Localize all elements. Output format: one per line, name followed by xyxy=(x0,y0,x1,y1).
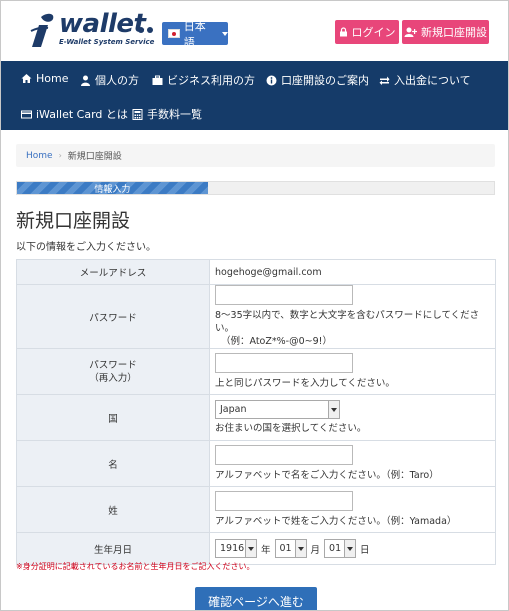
last-name-hint: アルファベットで姓をご入力ください。（例：Yamada） xyxy=(215,516,457,527)
header: wallet E-Wallet System Service 日本語 ログイン xyxy=(1,1,508,61)
password-confirm-input[interactable] xyxy=(215,353,353,373)
year-unit: 年 xyxy=(261,544,271,556)
exchange-icon xyxy=(379,76,390,85)
japan-flag-icon xyxy=(168,29,180,38)
first-name-label: 名 xyxy=(16,440,210,487)
form-row-email: メールアドレス hogehoge@gmail.com xyxy=(16,259,496,285)
country-select-value: Japan xyxy=(220,404,247,415)
form-row-password-confirm: パスワード （再入力） 上と同じパスワードを入力してください。 xyxy=(16,348,496,395)
month-unit: 月 xyxy=(310,544,321,556)
registration-form: メールアドレス hogehoge@gmail.com パスワード 8～35字以内… xyxy=(16,259,496,565)
user-icon xyxy=(81,75,90,86)
logo-dots-icon xyxy=(138,27,153,33)
country-label: 国 xyxy=(16,394,210,441)
password-hint: 8～35字以内で、数字と大文字を含むパスワードにしてください。 xyxy=(215,310,480,334)
select-arrow-icon xyxy=(294,540,306,557)
select-arrow-icon xyxy=(344,540,356,557)
country-hint: お住まいの国を選択してください。 xyxy=(215,423,367,434)
briefcase-icon xyxy=(152,75,163,85)
birth-month-value: 01 xyxy=(279,543,292,554)
last-name-input[interactable] xyxy=(215,491,353,511)
password-confirm-hint: 上と同じパスワードを入力してください。 xyxy=(215,378,395,389)
nav-item-label: 入出金について xyxy=(394,74,471,87)
breadcrumb-home-link[interactable]: Home xyxy=(26,151,53,161)
nav-item-individual[interactable]: 個人の方 xyxy=(80,72,139,88)
login-button[interactable]: ログイン xyxy=(335,20,399,44)
form-row-last-name: 姓 アルファベットで姓をご入力ください。（例：Yamada） xyxy=(16,486,496,533)
progress-label: 情報入力 xyxy=(94,184,131,195)
logo[interactable]: wallet E-Wallet System Service xyxy=(29,9,159,49)
identity-note: ※身分証明に記載されているお名前と生年月日をご記入ください。 xyxy=(16,562,255,571)
page-title: 新規口座開設 xyxy=(16,210,131,232)
password-confirm-sublabel: （再入力） xyxy=(89,372,137,384)
breadcrumb: Home › 新規口座開設 xyxy=(16,144,495,167)
step-progress-bar: 情報入力 xyxy=(16,181,495,195)
breadcrumb-current: 新規口座開設 xyxy=(67,152,122,162)
credit-card-icon xyxy=(21,110,32,118)
proceed-to-confirm-button[interactable]: 確認ページへ進む xyxy=(195,587,317,610)
email-label: メールアドレス xyxy=(16,259,210,285)
birth-month-select[interactable]: 01 xyxy=(274,539,307,558)
nav-item-label: ビジネス利用の方 xyxy=(167,74,255,87)
select-arrow-icon xyxy=(245,540,256,557)
language-label: 日本語 xyxy=(183,19,206,49)
day-unit: 日 xyxy=(360,544,370,556)
nav-item-home[interactable]: Home xyxy=(21,72,68,85)
logo-tagline: E-Wallet System Service xyxy=(59,38,155,46)
birth-year-value: 1916 xyxy=(220,543,245,554)
birth-day-select[interactable]: 01 xyxy=(324,539,357,558)
nav-item-account-guide[interactable]: 口座開設のご案内 xyxy=(266,72,369,88)
password-confirm-label: パスワード xyxy=(89,359,137,371)
page-frame: wallet E-Wallet System Service 日本語 ログイン xyxy=(0,0,509,611)
nav-item-business[interactable]: ビジネス利用の方 xyxy=(152,72,255,88)
birth-year-select[interactable]: 1916 xyxy=(215,539,257,558)
nav-item-card[interactable]: iWallet Card とは xyxy=(21,106,128,122)
password-label: パスワード xyxy=(16,284,210,349)
form-row-password: パスワード 8～35字以内で、数字と大文字を含むパスワードにしてください。 （例… xyxy=(16,284,496,349)
nav-item-deposit-withdrawal[interactable]: 入出金について xyxy=(379,72,471,88)
home-icon xyxy=(21,74,32,83)
form-row-first-name: 名 アルファベットで名をご入力ください。（例：Taro） xyxy=(16,440,496,487)
main-nav: Home 個人の方 ビジネス利用の方 口座開設のご案内 入出金について iWal… xyxy=(1,61,508,130)
signup-label: 新規口座開設 xyxy=(421,26,487,39)
last-name-label: 姓 xyxy=(16,486,210,533)
login-label: ログイン xyxy=(351,26,396,39)
breadcrumb-separator-icon: › xyxy=(58,151,62,160)
user-plus-icon xyxy=(404,27,417,37)
page-subtitle: 以下の情報をご入力ください。 xyxy=(16,242,156,253)
nav-item-label: 手数料一覧 xyxy=(147,108,202,121)
nav-item-label: 口座開設のご案内 xyxy=(281,74,369,87)
form-row-country: 国 Japan お住まいの国を選択してください。 xyxy=(16,394,496,441)
signup-button[interactable]: 新規口座開設 xyxy=(402,20,489,44)
logo-i-icon xyxy=(30,13,54,47)
form-row-birthdate: 生年月日 1916 年 01 月 01 日 xyxy=(16,532,496,565)
first-name-input[interactable] xyxy=(215,445,353,465)
first-name-hint: アルファベットで名をご入力ください。（例：Taro） xyxy=(215,470,439,481)
info-icon xyxy=(266,75,277,85)
language-dropdown-button[interactable]: 日本語 xyxy=(162,20,228,49)
nav-item-label: 個人の方 xyxy=(95,74,139,87)
nav-item-fees[interactable]: 手数料一覧 xyxy=(132,106,202,122)
country-select[interactable]: Japan xyxy=(215,400,340,419)
email-value: hogehoge@gmail.com xyxy=(209,259,496,285)
lock-icon xyxy=(339,27,347,37)
logo-wordmark: wallet xyxy=(59,9,146,39)
birthdate-label: 生年月日 xyxy=(16,532,210,565)
password-input[interactable] xyxy=(215,285,353,305)
password-example: （例：AtoZ*%-@0~9!） xyxy=(221,336,332,347)
select-arrow-icon xyxy=(328,401,339,418)
nav-item-label: iWallet Card とは xyxy=(36,108,128,121)
birth-day-value: 01 xyxy=(329,543,342,554)
caret-down-icon xyxy=(222,31,228,36)
nav-item-label: Home xyxy=(36,72,69,85)
calculator-icon xyxy=(132,108,143,120)
